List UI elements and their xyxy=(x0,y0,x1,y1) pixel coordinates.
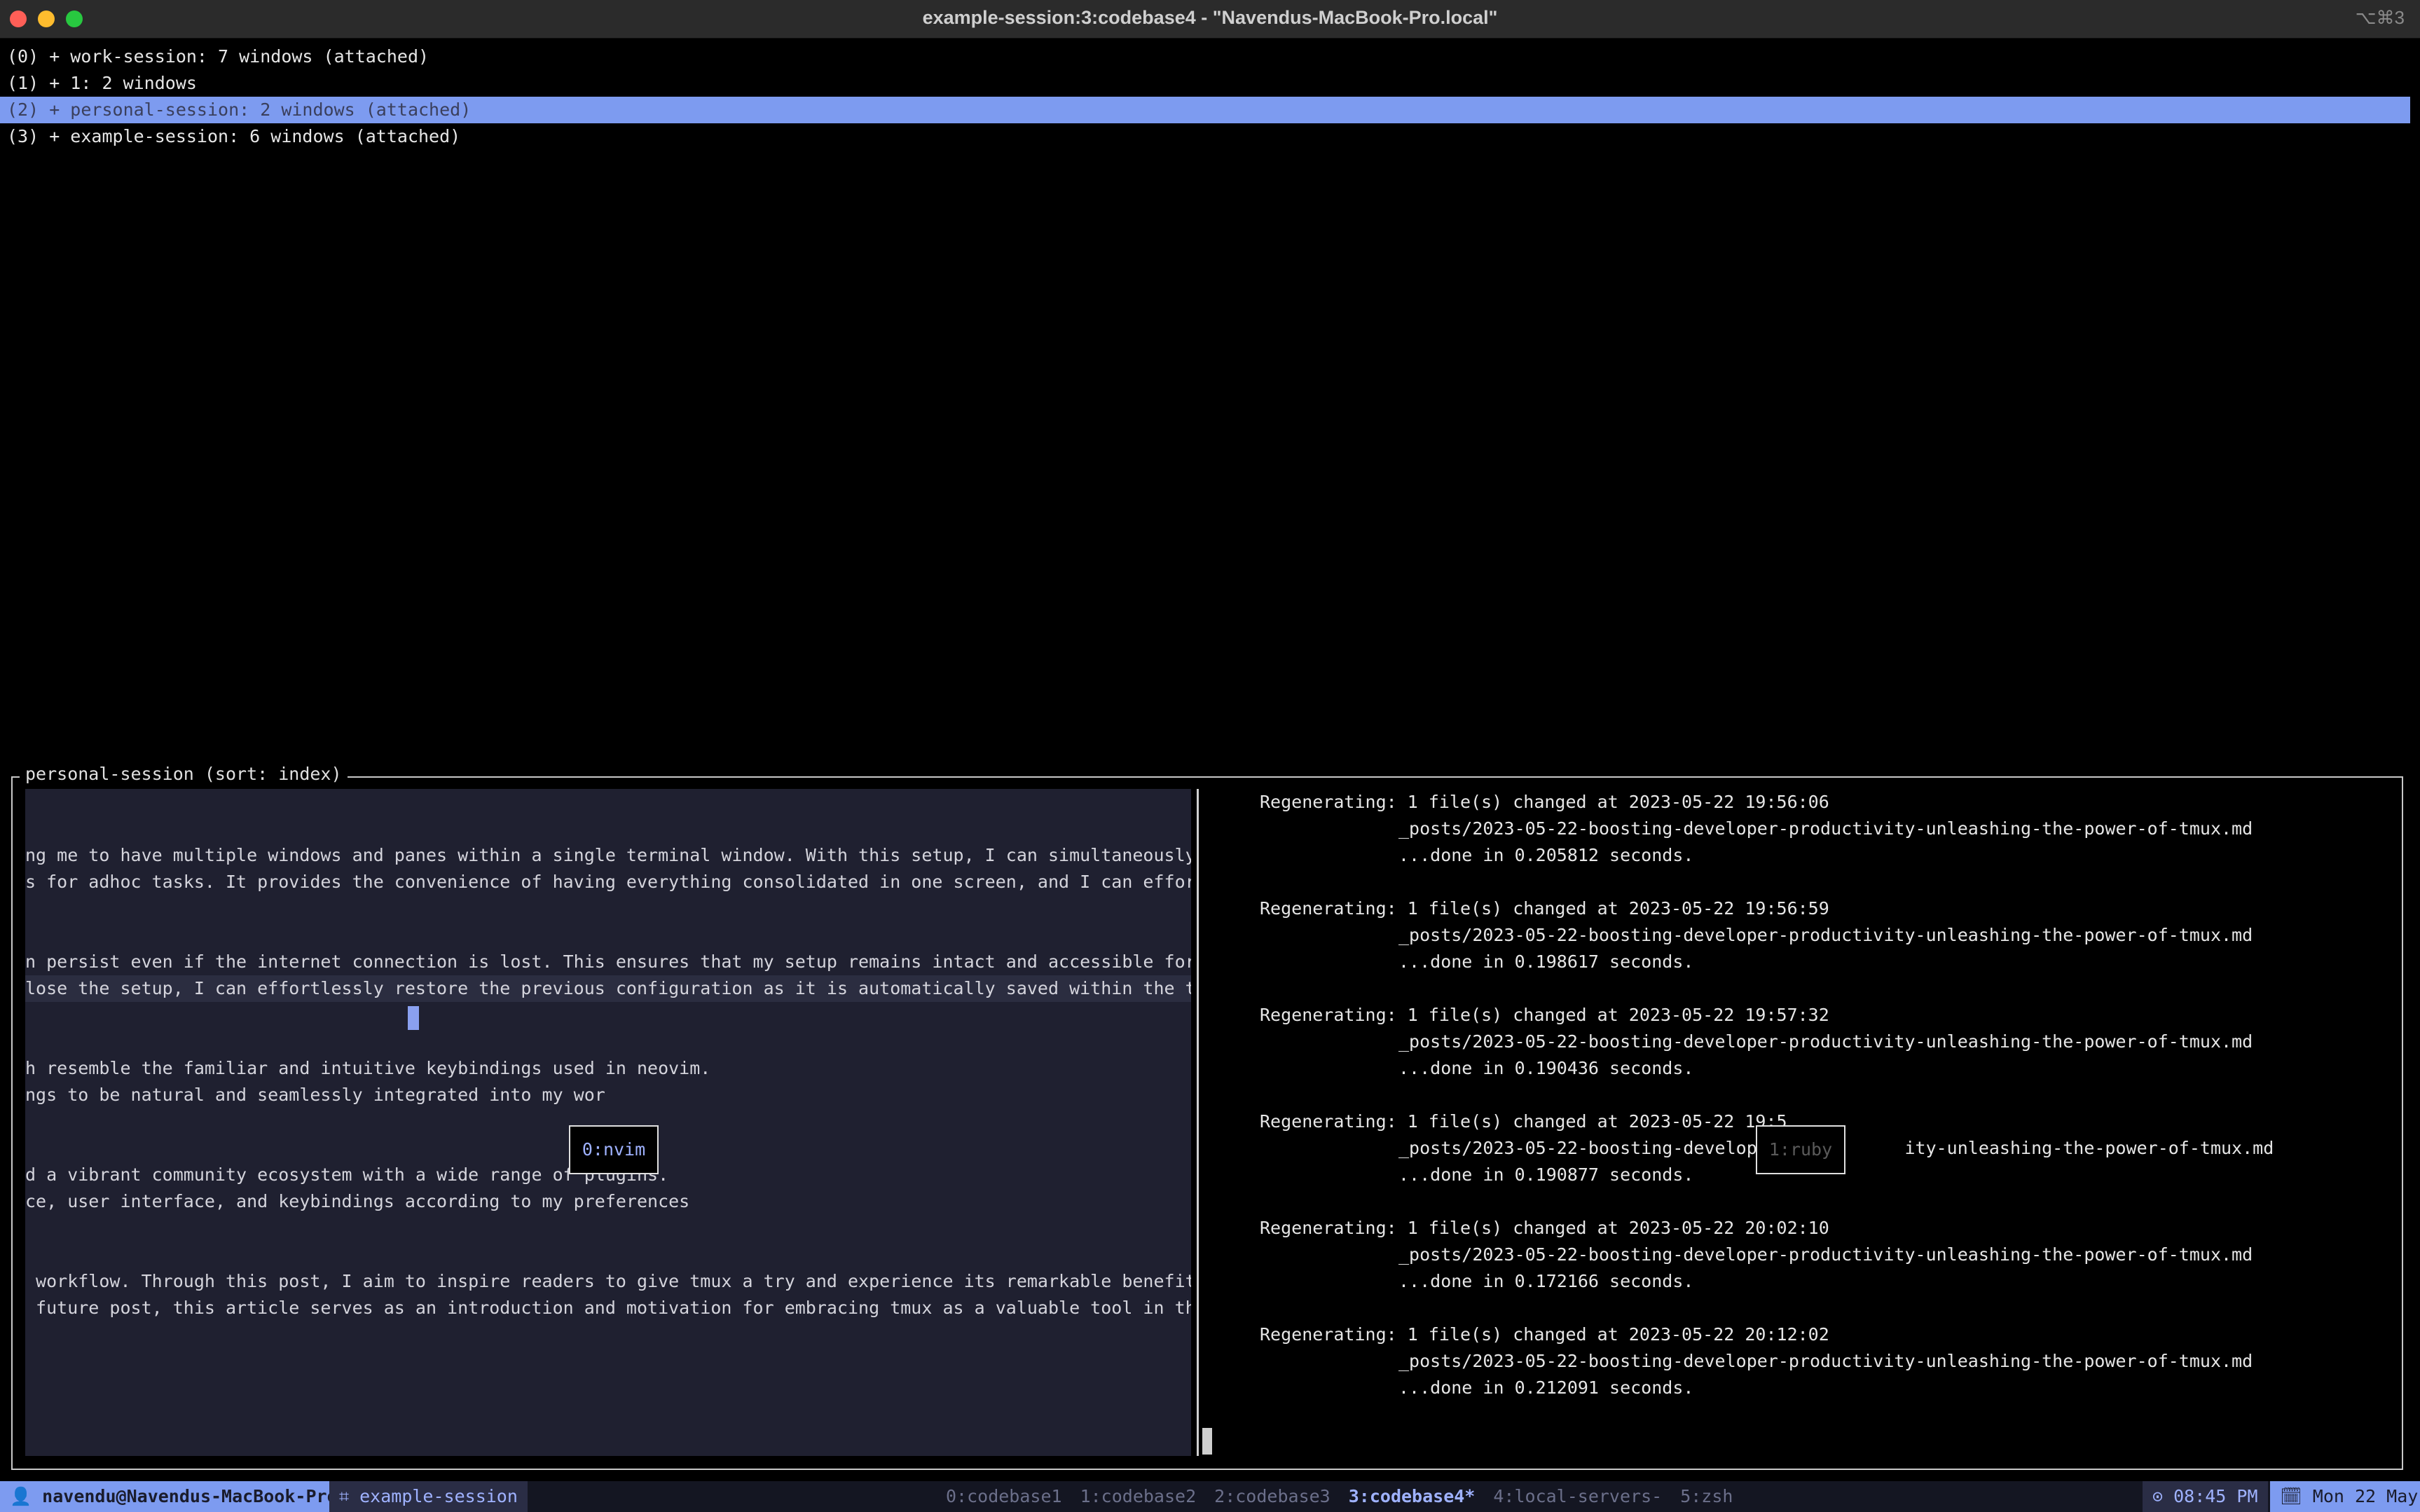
log-line1: Regenerating: 1 file(s) changed at 2023-… xyxy=(1260,1111,1787,1132)
log-line3: ...done in 0.212091 seconds. xyxy=(1398,1377,1694,1398)
session-row-personal[interactable]: (2) + personal-session: 2 windows (attac… xyxy=(0,97,2410,123)
pane-label-ruby: 1:ruby xyxy=(1756,1125,1845,1174)
session-row-1[interactable]: (1) + 1: 2 windows xyxy=(0,70,2410,97)
log-line1: Regenerating: 1 file(s) changed at 2023-… xyxy=(1260,1218,1829,1238)
status-window-tab[interactable]: 1:codebase2 xyxy=(1080,1486,1197,1506)
status-window-list: 0:codebase1 1:codebase2 2:codebase3 3:codeb… xyxy=(946,1481,1751,1512)
nvim-text-line: s for adhoc tasks. It provides the conve… xyxy=(25,872,1191,892)
log-line3: ...done in 0.205812 seconds. xyxy=(1398,845,1694,865)
nvim-text-line xyxy=(25,1002,1191,1029)
log-line1: Regenerating: 1 file(s) changed at 2023-… xyxy=(1260,1005,1829,1025)
log-line1: Regenerating: 1 file(s) changed at 2023-… xyxy=(1260,1324,1829,1345)
tmux-status-bar: 👤 navendu@Navendus-MacBook-Pro ⌗ example… xyxy=(0,1481,2420,1512)
nvim-text-line xyxy=(25,1215,1191,1242)
log-line3: ...done in 0.190436 seconds. xyxy=(1398,1058,1694,1078)
terminal-cursor xyxy=(1202,1428,1212,1455)
log-line3: ...done in 0.172166 seconds. xyxy=(1398,1271,1694,1291)
session-list: (0) + work-session: 7 windows (attached)… xyxy=(0,43,2410,150)
nvim-text-line: ngs to be natural and seamlessly integra… xyxy=(25,1085,605,1105)
status-window-tab[interactable]: 5:zsh xyxy=(1680,1486,1733,1506)
log-line2: _posts/2023-05-22-boosting-developer-pro… xyxy=(1398,1244,2253,1265)
nvim-pane[interactable]: ng me to have multiple windows and panes… xyxy=(25,789,1191,1456)
nvim-text-line: future post, this article serves as an i… xyxy=(25,1298,1191,1318)
status-window-tab[interactable]: 3:codebase4* xyxy=(1349,1486,1476,1506)
session-row-work[interactable]: (0) + work-session: 7 windows (attached) xyxy=(0,43,2410,70)
nvim-text-line: lose the setup, I can effortlessly resto… xyxy=(25,975,1191,1002)
pane-label-nvim: 0:nvim xyxy=(569,1125,659,1174)
nvim-text-line xyxy=(25,1029,1191,1055)
nvim-text-line xyxy=(25,922,1191,949)
log-line1: Regenerating: 1 file(s) changed at 2023-… xyxy=(1260,792,1829,812)
status-time: ⊙ 08:45 PM xyxy=(2143,1481,2268,1512)
log-line3: ...done in 0.190877 seconds. xyxy=(1398,1164,1694,1185)
status-window-tab[interactable]: 4:local-servers- xyxy=(1493,1486,1662,1506)
nvim-cursor xyxy=(408,1006,419,1030)
log-line2: _posts/2023-05-22-boosting-developer-pro… xyxy=(1398,1031,2253,1052)
preview-label: personal-session (sort: index) xyxy=(20,764,348,784)
status-window-tab[interactable]: 2:codebase3 xyxy=(1214,1486,1331,1506)
status-date: 🗓 Mon 22 May xyxy=(2270,1481,2420,1512)
window-title: example-session:3:codebase4 - "Navendus-… xyxy=(922,7,1498,28)
log-line2: _posts/2023-05-22-boosting-developer-pro… xyxy=(1398,1351,2253,1371)
nvim-text-line xyxy=(25,1242,1191,1268)
status-host: 👤 navendu@Navendus-MacBook-Pro xyxy=(0,1481,349,1512)
nvim-text-line xyxy=(25,895,1191,922)
nvim-text-line: ng me to have multiple windows and panes… xyxy=(25,845,1191,865)
status-window-tab[interactable]: 0:codebase1 xyxy=(946,1486,1062,1506)
log-line3: ...done in 0.198617 seconds. xyxy=(1398,951,1694,972)
nvim-text-line: ce, user interface, and keybindings acco… xyxy=(25,1191,690,1211)
title-bar: example-session:3:codebase4 - "Navendus-… xyxy=(0,0,2420,39)
status-session: ⌗ example-session xyxy=(329,1481,528,1512)
log-line2: _posts/2023-05-22-boosting-developer-pro… xyxy=(1398,925,2253,945)
pane-divider xyxy=(1197,789,1199,1456)
log-line2: _posts/2023-05-22-boosting-developer-pro… xyxy=(1398,818,2253,839)
log-line1: Regenerating: 1 file(s) changed at 2023-… xyxy=(1260,898,1829,919)
session-row-example[interactable]: (3) + example-session: 6 windows (attach… xyxy=(0,123,2410,150)
nvim-text-line: workflow. Through this post, I aim to in… xyxy=(25,1271,1191,1291)
ruby-pane[interactable]: Regenerating: 1 file(s) changed at 2023-… xyxy=(1202,789,2402,1456)
nvim-text-line: n persist even if the internet connectio… xyxy=(25,951,1191,972)
nvim-text-line: h resemble the familiar and intuitive ke… xyxy=(25,1058,711,1078)
window-shortcut: ⌥⌘3 xyxy=(2355,7,2405,28)
